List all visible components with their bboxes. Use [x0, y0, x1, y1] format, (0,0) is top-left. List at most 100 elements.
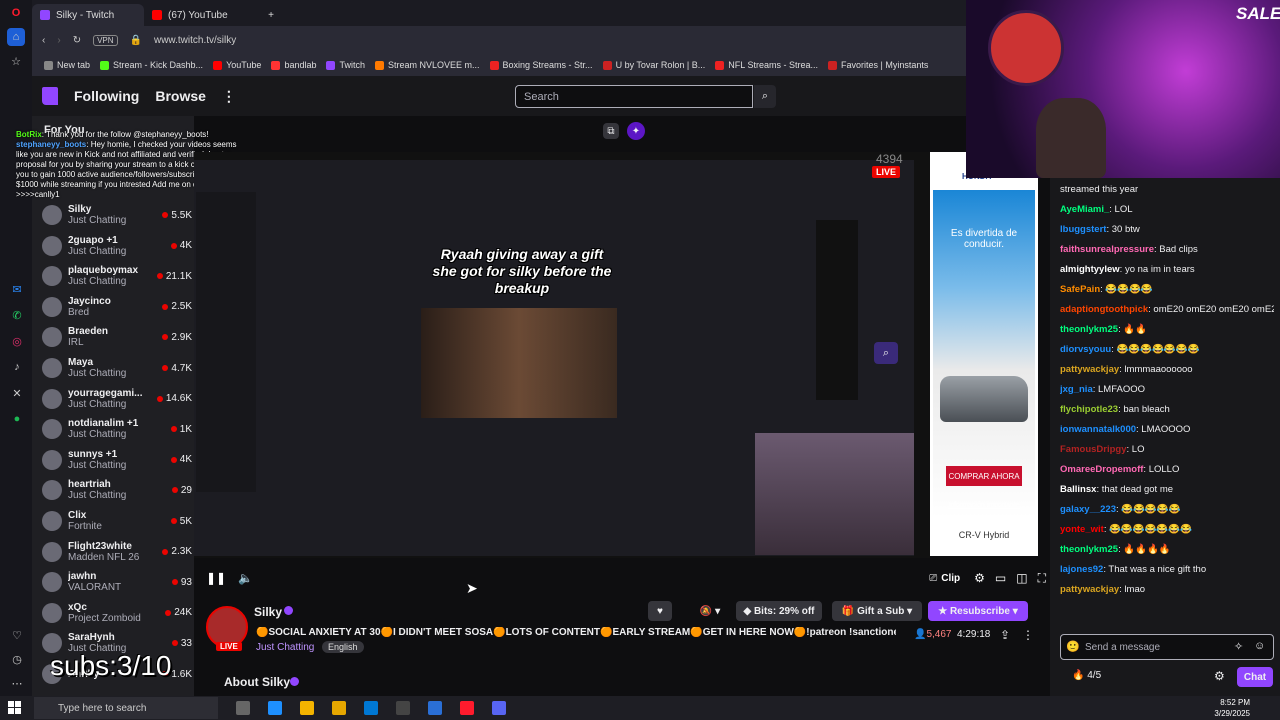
fullscreen-icon[interactable]: ⛶	[1038, 571, 1046, 586]
messenger-icon[interactable]: ✉	[8, 280, 26, 298]
bookmark-item[interactable]: Twitch	[326, 60, 365, 70]
settings-icon[interactable]: ⚙	[974, 571, 985, 585]
tiktok-icon[interactable]: ♪	[8, 358, 26, 376]
sidebar-channel[interactable]: Clix Fortnite 5K	[42, 506, 192, 536]
chat-username[interactable]: faithsunrealpressure	[1060, 244, 1154, 255]
task-view-icon[interactable]	[236, 701, 250, 715]
clip-button[interactable]: Clip	[941, 573, 960, 584]
nav-more-icon[interactable]: ⋮	[222, 88, 236, 105]
star-icon[interactable]: ☆	[7, 52, 25, 70]
opera-taskbar-icon[interactable]	[460, 701, 474, 715]
chat-avatar-icon[interactable]: 🙂	[1066, 640, 1080, 653]
sidebar-toggle-icon[interactable]: ◫	[1016, 571, 1027, 585]
notifications-button[interactable]: 🔕 ▾	[690, 601, 730, 621]
x-icon[interactable]: ✕	[8, 384, 26, 402]
chat-username[interactable]: almightyylew	[1060, 264, 1120, 275]
whatsapp-icon[interactable]: ✆	[8, 306, 26, 324]
nav-following[interactable]: Following	[74, 88, 139, 104]
url-field[interactable]: www.twitch.tv/silky	[154, 35, 236, 46]
store-icon[interactable]	[364, 701, 378, 715]
chat-settings-icon[interactable]: ⚙	[1214, 669, 1225, 683]
bookmark-item[interactable]: bandlab	[271, 60, 316, 70]
resubscribe-button[interactable]: ★ Resubscribe ▾	[928, 601, 1028, 621]
search-input[interactable]: Search	[515, 85, 753, 108]
mail-icon[interactable]	[428, 701, 442, 715]
chat-username[interactable]: theonlykm25	[1060, 544, 1118, 555]
chat-username[interactable]: jxg_nia	[1060, 384, 1093, 395]
more-options-icon[interactable]: ⋮	[1022, 628, 1034, 642]
new-tab-button[interactable]: +	[256, 4, 286, 26]
nav-browse[interactable]: Browse	[155, 88, 206, 104]
sidebar-channel[interactable]: yourragegami... Just Chatting 14.6K	[42, 384, 192, 414]
sidebar-channel[interactable]: Jaycinco Bred 2.5K	[42, 292, 192, 322]
chat-username[interactable]: diorvsyouu	[1060, 344, 1111, 355]
chat-username[interactable]: pattywackjay	[1060, 364, 1119, 375]
ad-cta-button[interactable]: COMPRAR AHORA	[946, 466, 1022, 486]
vpn-badge[interactable]: VPN	[93, 34, 118, 46]
obs-icon[interactable]	[396, 701, 410, 715]
stream-category[interactable]: Just Chatting	[256, 642, 314, 653]
ad-info-link[interactable]: Información importante	[933, 502, 1035, 509]
chat-username[interactable]: AyeMiami_	[1060, 204, 1109, 215]
wand-icon[interactable]: ✧	[1234, 640, 1243, 653]
twitch-logo-icon[interactable]	[42, 87, 58, 105]
tab-youtube[interactable]: (67) YouTube	[144, 4, 256, 26]
forward-icon[interactable]: ›	[57, 35, 60, 46]
chat-username[interactable]: FamousDripgy	[1060, 444, 1127, 455]
chat-username[interactable]: pattywackjay	[1060, 584, 1119, 595]
chat-username[interactable]: ionwannatalk000	[1060, 424, 1136, 435]
chat-username[interactable]: galaxy__223	[1060, 504, 1116, 515]
gift-sub-button[interactable]: 🎁 Gift a Sub ▾	[832, 601, 922, 621]
channel-points[interactable]: 🔥 4/5	[1072, 670, 1101, 681]
opera-logo-icon[interactable]: O	[7, 4, 25, 22]
bookmark-item[interactable]: New tab	[44, 60, 90, 70]
crown-icon[interactable]: ⧉	[603, 123, 619, 139]
home-icon[interactable]: ⌂	[7, 28, 25, 46]
chat-username[interactable]: SafePain	[1060, 284, 1100, 295]
search-button[interactable]: ⌕	[754, 85, 776, 108]
chat-username[interactable]: yonte_wit	[1060, 524, 1104, 535]
theatre-icon[interactable]: ▭	[995, 571, 1006, 585]
chat-send-button[interactable]: Chat	[1237, 667, 1273, 687]
bookmark-item[interactable]: Favorites | Myinstants	[827, 60, 928, 70]
pause-icon[interactable]: ❚❚	[206, 571, 226, 585]
heart-icon[interactable]: ♡	[8, 626, 26, 644]
sidebar-channel[interactable]: xQc Project Zomboid 24K	[42, 598, 192, 628]
sidebar-channel[interactable]: notdianalim +1 Just Chatting 1K	[42, 414, 192, 444]
volume-icon[interactable]: 🔈	[238, 571, 253, 585]
chat-username[interactable]: lbuggstert	[1060, 224, 1106, 235]
sparkle-icon[interactable]: ✦	[627, 122, 645, 140]
start-icon[interactable]	[8, 701, 21, 714]
sidebar-channel[interactable]: sunnys +1 Just Chatting 4K	[42, 445, 192, 475]
back-icon[interactable]: ‹	[42, 35, 45, 46]
bookmark-item[interactable]: Stream NVLOVEE m...	[375, 60, 480, 70]
chat-username[interactable]: lajones92	[1060, 564, 1103, 575]
sidebar-channel[interactable]: Flight23white Madden NFL 26 2.3K	[42, 537, 192, 567]
sidebar-channel[interactable]: plaqueboymax Just Chatting 21.1K	[42, 261, 192, 291]
discord-icon[interactable]	[492, 701, 506, 715]
bookmark-item[interactable]: YouTube	[213, 60, 261, 70]
streamer-name[interactable]: Silky	[254, 605, 282, 619]
sidebar-channel[interactable]: 2guapo +1 Just Chatting 4K	[42, 231, 192, 261]
clip-icon[interactable]: ⎚	[929, 573, 937, 584]
follow-button[interactable]: ♥	[648, 601, 672, 621]
chat-username[interactable]: adaptiongtoothpick	[1060, 304, 1148, 315]
sidebar-channel[interactable]: Maya Just Chatting 4.7K	[42, 353, 192, 383]
bookmark-item[interactable]: Boxing Streams - Str...	[489, 60, 593, 70]
stream-language-tag[interactable]: English	[322, 641, 364, 653]
chat-username[interactable]: OmareeDropemoff	[1060, 464, 1143, 475]
taskbar-search-input[interactable]: Type here to search	[34, 697, 218, 719]
chrome-icon[interactable]	[300, 701, 314, 715]
emote-icon[interactable]: ☺	[1254, 640, 1265, 652]
sidebar-channel[interactable]: heartriah Just Chatting 29	[42, 475, 192, 505]
chat-username[interactable]: Ballinsx	[1060, 484, 1096, 495]
chat-username[interactable]: flychipotle23	[1060, 404, 1118, 415]
sidebar-channel[interactable]: jawhn VALORANT 93	[42, 567, 192, 597]
instagram-icon[interactable]: ◎	[8, 332, 26, 350]
tab-twitch[interactable]: Silky - Twitch	[32, 4, 144, 26]
bookmark-item[interactable]: NFL Streams - Strea...	[715, 60, 818, 70]
edge-icon[interactable]	[268, 701, 282, 715]
spotify-icon[interactable]: ●	[8, 410, 26, 428]
sidebar-channel[interactable]: Braeden IRL 2.9K	[42, 322, 192, 352]
bookmark-item[interactable]: Stream - Kick Dashb...	[100, 60, 203, 70]
